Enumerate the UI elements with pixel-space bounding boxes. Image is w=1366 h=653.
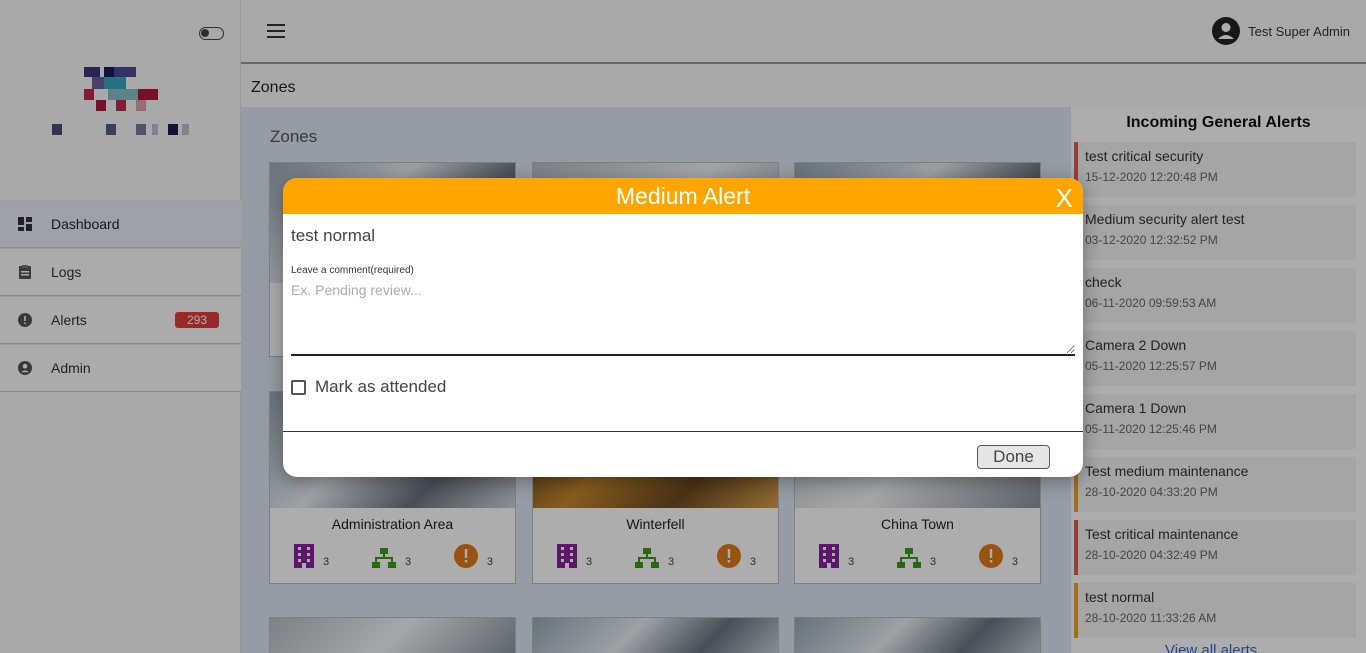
comment-field[interactable] bbox=[291, 280, 1075, 356]
alert-modal: Medium Alert X test normal Leave a comme… bbox=[283, 178, 1083, 477]
modal-title: Medium Alert bbox=[615, 183, 751, 209]
done-button[interactable]: Done bbox=[977, 445, 1050, 469]
alert-name: test normal bbox=[291, 226, 376, 245]
comment-label: Leave a comment(required) bbox=[291, 265, 414, 276]
close-button[interactable]: X bbox=[1056, 181, 1073, 215]
modal-header: Medium Alert X bbox=[283, 178, 1083, 214]
modal-footer: Done bbox=[283, 431, 1083, 477]
checkbox-label: Mark as attended bbox=[315, 377, 447, 396]
checkbox-icon[interactable] bbox=[291, 379, 306, 395]
mark-attended-checkbox[interactable]: Mark as attended bbox=[291, 377, 1083, 397]
